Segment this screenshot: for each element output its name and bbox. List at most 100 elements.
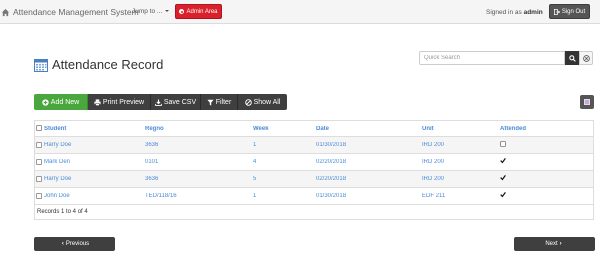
calendar-icon bbox=[34, 58, 48, 72]
week-link[interactable]: 5 bbox=[253, 176, 316, 182]
download-icon bbox=[155, 98, 162, 106]
row-select-cell bbox=[35, 141, 43, 149]
signed-in-status: Signed in as admin bbox=[486, 9, 543, 16]
column-header-student[interactable]: Student bbox=[43, 126, 145, 132]
brand-text: Attendance Management System bbox=[13, 7, 139, 17]
sign-out-label: Sign Out bbox=[561, 8, 586, 15]
display-options-button[interactable] bbox=[580, 95, 594, 109]
week-link[interactable]: 1 bbox=[253, 193, 316, 199]
quick-search-input[interactable] bbox=[419, 51, 565, 65]
previous-label: Previous bbox=[65, 241, 90, 247]
top-navbar: Attendance Management System Jump to ...… bbox=[0, 0, 600, 24]
previous-page-button[interactable]: ‹ Previous bbox=[34, 237, 115, 251]
table-row: Mark Den 0101 4 02/20/2018 IRD 200 bbox=[35, 154, 593, 171]
add-new-button[interactable]: Add New bbox=[34, 94, 88, 110]
student-link[interactable]: John Doe bbox=[43, 193, 145, 199]
regno-link[interactable]: TED/118/16 bbox=[145, 193, 253, 199]
date-link[interactable]: 01/30/2018 bbox=[316, 142, 422, 148]
row-select-cell bbox=[35, 158, 43, 166]
attended-cell bbox=[500, 192, 590, 201]
plus-circle-icon bbox=[42, 98, 49, 106]
clear-search-button[interactable] bbox=[579, 51, 593, 65]
column-header-attended[interactable]: Attended bbox=[500, 126, 590, 132]
attended-cell bbox=[500, 141, 590, 149]
attended-unchecked-icon bbox=[500, 141, 506, 147]
caret-down-icon bbox=[165, 10, 170, 13]
student-link[interactable]: Mark Den bbox=[43, 159, 145, 165]
filter-label: Filter bbox=[215, 98, 232, 106]
admin-area-label: Admin Area bbox=[186, 8, 218, 15]
regno-link[interactable]: 3636 bbox=[145, 176, 253, 182]
admin-area-button[interactable]: Admin Area bbox=[175, 4, 222, 19]
column-header-date[interactable]: Date bbox=[316, 126, 422, 132]
attended-checkmark-icon bbox=[500, 175, 506, 181]
date-link[interactable]: 02/20/2018 bbox=[316, 159, 422, 165]
clear-circle-icon bbox=[582, 54, 590, 62]
signed-in-prefix: Signed in as bbox=[486, 9, 522, 16]
save-csv-button[interactable]: Save CSV bbox=[151, 94, 201, 110]
save-csv-label: Save CSV bbox=[163, 98, 197, 106]
print-icon bbox=[94, 98, 101, 106]
sign-out-button[interactable]: Sign Out bbox=[549, 4, 590, 19]
unit-link[interactable]: IRD 200 bbox=[422, 142, 500, 148]
regno-link[interactable]: 3636 bbox=[145, 142, 253, 148]
action-toolbar: Add New Print Preview Save CSV Filter Sh… bbox=[34, 94, 287, 110]
chevron-left-icon: ‹ bbox=[61, 241, 64, 247]
brand-link[interactable]: Attendance Management System bbox=[1, 6, 139, 18]
row-select-cell bbox=[35, 192, 43, 200]
page-title: Attendance Record bbox=[34, 57, 163, 72]
records-count-text: Records 1 to 4 of 4 bbox=[37, 209, 88, 215]
home-icon bbox=[1, 8, 10, 16]
sign-out-icon bbox=[553, 8, 560, 15]
unit-link[interactable]: IRD 200 bbox=[422, 176, 500, 182]
row-checkbox[interactable] bbox=[36, 158, 42, 165]
table-row: Harry Doe 3636 1 01/30/2018 IRD 200 bbox=[35, 137, 593, 154]
table-row: John Doe TED/118/16 1 01/30/2018 EDF 211 bbox=[35, 188, 593, 205]
week-link[interactable]: 1 bbox=[253, 142, 316, 148]
attended-checkmark-icon bbox=[500, 192, 506, 198]
page-title-text: Attendance Record bbox=[52, 57, 164, 72]
filter-icon bbox=[207, 99, 214, 106]
attended-cell bbox=[500, 175, 590, 184]
gear-icon bbox=[179, 9, 185, 14]
next-label: Next bbox=[545, 241, 558, 247]
search-icon bbox=[568, 54, 576, 62]
color-swatch-icon bbox=[584, 99, 590, 105]
show-all-button[interactable]: Show All bbox=[238, 94, 287, 110]
student-link[interactable]: Harry Doe bbox=[43, 176, 145, 182]
chevron-right-icon: › bbox=[559, 241, 562, 247]
select-all-cell bbox=[35, 125, 43, 132]
date-link[interactable]: 02/20/2018 bbox=[316, 176, 422, 182]
student-link[interactable]: Harry Doe bbox=[43, 142, 145, 148]
row-checkbox[interactable] bbox=[36, 175, 42, 182]
jump-to-label: Jump to ... bbox=[132, 8, 163, 15]
column-header-unit[interactable]: Unit bbox=[422, 126, 500, 132]
row-checkbox[interactable] bbox=[36, 192, 42, 199]
unit-link[interactable]: IRD 200 bbox=[422, 159, 500, 165]
week-link[interactable]: 4 bbox=[253, 159, 316, 165]
table-header-row: Student Regno Week Date Unit Attended bbox=[35, 121, 593, 137]
search-button[interactable] bbox=[565, 51, 579, 65]
print-preview-button[interactable]: Print Preview bbox=[88, 94, 151, 110]
add-new-label: Add New bbox=[50, 98, 80, 106]
print-preview-label: Print Preview bbox=[102, 98, 145, 106]
attended-checkmark-icon bbox=[500, 158, 506, 164]
column-header-week[interactable]: Week bbox=[253, 126, 316, 132]
show-all-label: Show All bbox=[253, 98, 281, 106]
regno-link[interactable]: 0101 bbox=[145, 159, 253, 165]
signed-in-user: admin bbox=[523, 9, 543, 16]
select-all-checkbox[interactable] bbox=[36, 125, 42, 132]
column-header-regno[interactable]: Regno bbox=[145, 126, 253, 132]
cancel-circle-icon bbox=[244, 98, 252, 106]
attendance-table: Student Regno Week Date Unit Attended Ha… bbox=[34, 120, 594, 220]
table-row: Harry Doe 3636 5 02/20/2018 IRD 200 bbox=[35, 171, 593, 188]
records-count-row: Records 1 to 4 of 4 bbox=[35, 205, 593, 219]
filter-button[interactable]: Filter bbox=[201, 94, 238, 110]
row-checkbox[interactable] bbox=[36, 141, 42, 148]
next-page-button[interactable]: Next › bbox=[514, 237, 595, 251]
row-select-cell bbox=[35, 175, 43, 183]
unit-link[interactable]: EDF 211 bbox=[422, 193, 500, 199]
attended-cell bbox=[500, 158, 590, 167]
date-link[interactable]: 01/30/2018 bbox=[316, 193, 422, 199]
jump-to-menu[interactable]: Jump to ... bbox=[132, 8, 170, 15]
